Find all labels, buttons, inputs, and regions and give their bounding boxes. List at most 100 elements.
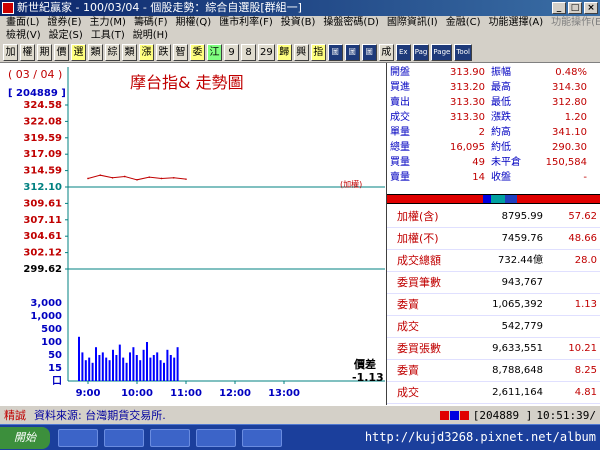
- toolbar-button[interactable]: 價: [54, 43, 69, 61]
- toolbar-button[interactable]: 指: [310, 43, 326, 61]
- taskbar-item[interactable]: [104, 429, 144, 447]
- price-tick-label: 312.10: [23, 182, 62, 193]
- menu-item[interactable]: 籌碼(F): [130, 16, 172, 29]
- menu-item[interactable]: 說明(H): [129, 29, 172, 42]
- menu-item[interactable]: 金融(C): [442, 16, 485, 29]
- toolbar-button[interactable]: 加: [3, 43, 18, 61]
- index-value: 2,611,164: [492, 387, 543, 398]
- toolbar-button[interactable]: 委: [190, 43, 205, 61]
- index-row: 成交總額 732.44億 28.0: [387, 250, 600, 272]
- index-value: 9,633,551: [492, 343, 543, 354]
- toolbar-button[interactable]: 圖: [361, 43, 377, 61]
- menu-item[interactable]: 國際資訊(I): [383, 16, 442, 29]
- toolbar-button[interactable]: 圖: [344, 43, 360, 61]
- menu-item[interactable]: 功能操作(E): [547, 16, 600, 29]
- toolbar-button[interactable]: 漲: [139, 43, 154, 61]
- quote-panel: 開盤 313.90 振幅 0.48% 買進 313.20 最高 314.30 賣出 313.30 最…: [386, 63, 600, 405]
- index-label: 加權(不): [397, 232, 439, 245]
- menu-item[interactable]: 檢視(V): [2, 29, 45, 42]
- toolbar-button[interactable]: 興: [293, 43, 309, 61]
- toolbar-button[interactable]: Ex: [395, 43, 411, 61]
- toolbar-button[interactable]: 類: [122, 43, 137, 61]
- start-button[interactable]: 開始: [0, 427, 50, 449]
- menu-item[interactable]: 匯市利率(F): [215, 16, 277, 29]
- quote-label: 約高: [491, 127, 511, 138]
- quote-label: 總量: [390, 142, 410, 153]
- watermark-url: http://kujd3268.pixnet.net/album: [364, 430, 596, 444]
- menu-item[interactable]: 設定(S): [45, 29, 87, 42]
- diff-label: 價差: [353, 357, 376, 371]
- data-source: 資料來源: 台灣期貨交易所.: [34, 409, 166, 422]
- menu-item[interactable]: 工具(T): [87, 29, 129, 42]
- toolbar-button[interactable]: 29: [258, 43, 275, 61]
- volume-bar: [152, 355, 155, 381]
- menu-item[interactable]: 投資(B): [277, 16, 320, 29]
- toolbar-button[interactable]: 選: [71, 43, 86, 61]
- toolbar-button[interactable]: Pag: [412, 43, 430, 61]
- index-label: 委買筆數: [397, 276, 441, 289]
- index-label: 成交: [397, 386, 419, 399]
- index-row: 委賣 1,065,392 1.13: [387, 294, 600, 316]
- chart-title: 摩台指& 走勢圖: [130, 73, 244, 92]
- taskbar-item[interactable]: [58, 429, 98, 447]
- index-row: 委買筆數 943,767: [387, 272, 600, 294]
- menu-bar: 畫面(L) 證券(E) 主力(M) 籌碼(F) 期權(Q) 匯市利率(F) 投資(B) 操盤密…: [0, 16, 600, 42]
- intraday-chart[interactable]: 324.58 322.08 319.59 317.09 314.59 312.10 309.…: [0, 63, 385, 405]
- taskbar-item[interactable]: [242, 429, 282, 447]
- index-change: 28.0: [574, 255, 597, 266]
- index-value: 8,788,648: [492, 365, 543, 376]
- toolbar-button[interactable]: Page: [431, 43, 453, 61]
- quote-label: 買進: [390, 82, 410, 93]
- toolbar-button[interactable]: 權: [20, 43, 35, 61]
- toolbar-button[interactable]: 歸: [276, 43, 292, 61]
- reference-label: (加權): [340, 179, 362, 189]
- menu-item[interactable]: 證券(E): [43, 16, 85, 29]
- quote-value: 150,584: [545, 157, 587, 168]
- index-change: 57.62: [568, 211, 597, 222]
- volume-bar: [129, 352, 131, 381]
- toolbar-button[interactable]: 期: [37, 43, 52, 61]
- index-label: 成交總額: [397, 254, 441, 267]
- close-button[interactable]: ×: [584, 2, 598, 14]
- maximize-button[interactable]: □: [568, 2, 582, 14]
- quote-label: 最高: [491, 82, 511, 93]
- toolbar-button[interactable]: 9: [224, 43, 239, 61]
- toolbar-button[interactable]: 江: [207, 43, 222, 61]
- taskbar-item[interactable]: [150, 429, 190, 447]
- minimize-button[interactable]: _: [552, 2, 566, 14]
- status-square-red-2: [459, 410, 469, 420]
- time-tick-label: 13:00: [268, 388, 300, 399]
- volume-bar: [146, 342, 148, 381]
- quote-value: 313.90: [450, 67, 485, 78]
- index-label: 成交: [397, 320, 419, 333]
- menu-item[interactable]: 操盤密碼(D): [319, 16, 383, 29]
- menu-item[interactable]: 主力(M): [86, 16, 130, 29]
- status-tag: 精誠: [4, 409, 26, 422]
- toolbar-button[interactable]: 圖: [327, 43, 343, 61]
- toolbar-button[interactable]: 智: [173, 43, 188, 61]
- quote-value: 313.20: [450, 82, 485, 93]
- quote-value: 1.20: [564, 112, 587, 123]
- index-label: 委賣: [397, 298, 419, 311]
- toolbar-button[interactable]: 成: [378, 43, 394, 61]
- price-tick-label: 309.61: [23, 198, 62, 209]
- toolbar-button[interactable]: 8: [241, 43, 256, 61]
- menu-item[interactable]: 功能選擇(A): [485, 16, 548, 29]
- volume-bar: [88, 357, 91, 381]
- toolbar-button[interactable]: 綜: [105, 43, 120, 61]
- menu-item[interactable]: 畫面(L): [2, 16, 43, 29]
- index-row: 加權(含) 8795.99 57.62: [387, 206, 600, 228]
- toolbar-button[interactable]: Tool: [454, 43, 472, 61]
- volume-tick-label: 500: [41, 324, 62, 335]
- toolbar-button[interactable]: 跌: [156, 43, 171, 61]
- price-tick-label: 324.58: [23, 100, 62, 111]
- volume-bar: [125, 362, 128, 381]
- index-label: 委賣: [397, 364, 419, 377]
- price-point: [172, 177, 175, 179]
- price-point: [136, 178, 138, 181]
- toolbar-button[interactable]: 類: [88, 43, 103, 61]
- index-value: 1,065,392: [492, 299, 543, 310]
- volume-bar: [95, 347, 97, 381]
- menu-item[interactable]: 期權(Q): [172, 16, 216, 29]
- taskbar-item[interactable]: [196, 429, 236, 447]
